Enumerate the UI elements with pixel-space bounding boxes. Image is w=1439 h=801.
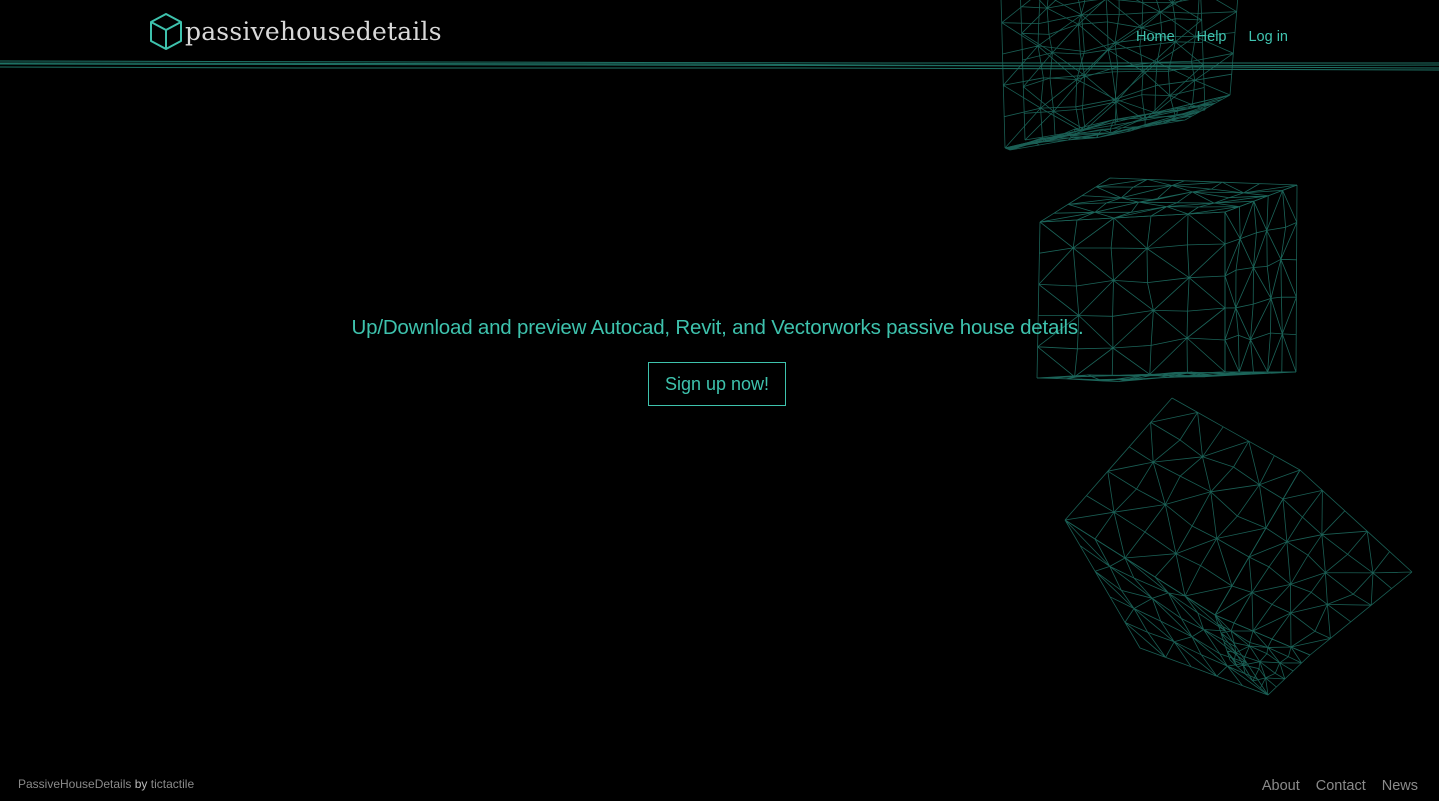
wireframe-shape-middle [1036,177,1298,382]
footer-contact-link[interactable]: Contact [1316,778,1366,794]
footer-by-text: by [134,777,148,791]
nav-help-link[interactable]: Help [1197,29,1227,45]
logo-link[interactable]: passivehousedetails [148,12,442,52]
nav-login-link[interactable]: Log in [1248,29,1288,45]
footer-news-link[interactable]: News [1382,778,1418,794]
brand-name: passivehousedetails [185,16,442,46]
footer-credit: PassiveHouseDetails by tictactile [18,777,194,791]
wireframe-shape-top [1000,0,1238,151]
nav-home-link[interactable]: Home [1136,29,1175,45]
footer-author-link[interactable]: tictactile [151,777,194,791]
main-nav: Home Help Log in [1136,29,1288,45]
page: passivehousedetails Home Help Log in Up/… [0,0,1439,801]
footer-about-link[interactable]: About [1262,778,1300,794]
footer-nav: About Contact News [1262,778,1418,794]
header-divider-lines [0,60,1439,71]
footer-site-link[interactable]: PassiveHouseDetails [18,777,131,791]
cube-icon [150,13,182,50]
sign-up-button[interactable]: Sign up now! [648,362,786,406]
hero-tagline: Up/Download and preview Autocad, Revit, … [351,316,1084,339]
wireframe-shape-bottom [1064,397,1413,696]
